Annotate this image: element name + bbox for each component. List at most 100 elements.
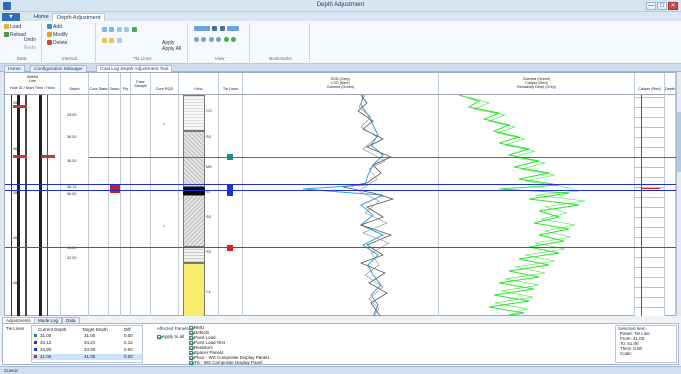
depth-label: 36.12 (67, 185, 77, 189)
line-tool-icon[interactable] (109, 27, 115, 33)
arrow-icon[interactable] (116, 38, 122, 44)
litho-label: SS (206, 215, 212, 219)
modify-interval-button[interactable]: Modify (47, 32, 68, 38)
tie-line-blue[interactable] (5, 190, 677, 191)
load-button[interactable]: Load (4, 24, 21, 30)
zoom-out-icon[interactable] (201, 37, 207, 43)
grid-icon[interactable] (219, 26, 225, 32)
table-row[interactable]: 34.12 34.24 0.12 (32, 340, 142, 346)
depth-tick: 45 (13, 281, 18, 285)
selected-item-line: Code: (620, 351, 633, 356)
depth-label: 25.00 (67, 113, 77, 117)
track-ssd-lsd-gamma[interactable] (243, 95, 439, 317)
doc-tab-configuration-manager[interactable]: Configuration Manager (30, 65, 87, 72)
refresh-icon (4, 32, 9, 38)
tab-depth-adjustment[interactable]: Depth Adjustment (52, 13, 106, 21)
tab-home[interactable]: Home (30, 13, 53, 21)
add-interval-button[interactable]: Add (47, 24, 62, 30)
sync-icon[interactable] (230, 37, 236, 43)
zoom-fit-icon[interactable] (208, 37, 214, 43)
track-depth-right[interactable] (665, 95, 676, 317)
affected-panels-list: RMU Defects Point Load Point Load Test R… (189, 325, 309, 365)
tie-line-blue[interactable] (5, 184, 677, 185)
tie-line-icon (34, 355, 37, 358)
ribbon: Load Reload Undo Redo Data Add Modify De… (0, 21, 681, 64)
header-ssd-lsd-gamma: SSD (Grey) LSD (Blue) Gamma (Green) (243, 73, 439, 95)
depth-tick: 30 (13, 147, 18, 151)
depth-tick: 25 (13, 101, 18, 105)
tie-line-icon (34, 341, 37, 344)
track-caliper[interactable] (635, 95, 665, 317)
ssd-lsd-plot (302, 95, 395, 317)
line-tool-icon[interactable] (116, 27, 122, 33)
table-row[interactable]: 41.00 41.00 0.00 (32, 354, 142, 360)
tie-line-icon[interactable] (131, 27, 137, 33)
tie-lines-section-label: Tie Lines (6, 326, 25, 331)
track-tie-lines[interactable] (219, 95, 243, 317)
tie-lines-table: Current Depth Target Depth Diff 31.00 31… (31, 325, 143, 363)
track-ply[interactable] (121, 95, 131, 317)
maximize-button[interactable]: □ (657, 2, 667, 10)
ribbon-group-label: Tie Lines (133, 56, 152, 61)
track-sample[interactable] (131, 95, 151, 317)
header-core-state: Core State (89, 73, 109, 95)
redo-button[interactable]: Redo (24, 45, 36, 51)
tie-line-teal[interactable] (89, 157, 677, 158)
refresh-view-icon[interactable] (223, 37, 229, 43)
apply-all-button[interactable]: Apply All (162, 46, 181, 52)
checkbox-icon (189, 360, 193, 365)
track-seam[interactable] (109, 95, 121, 317)
column-target-depth: Target Depth (82, 327, 108, 332)
line-tool-icon[interactable] (102, 27, 107, 33)
header-seam: Seam (109, 73, 121, 95)
vertical-scrollbar[interactable] (676, 72, 681, 316)
tie-line-tools (102, 27, 172, 35)
header-label: Hole ID / Start Time / Horiz (9, 86, 56, 90)
tie-line-red[interactable] (5, 247, 677, 248)
table-row[interactable]: 31.00 31.00 0.00 (32, 333, 142, 339)
zoom-icon[interactable] (216, 37, 222, 43)
tracks-icon[interactable] (227, 26, 240, 32)
adjustments-panel: Tie Lines Current Depth Target Depth Dif… (2, 323, 679, 365)
minimize-button[interactable]: — (646, 2, 656, 10)
depth-label: 30.00 (67, 135, 77, 139)
layout-icon[interactable] (194, 26, 210, 32)
header-tie-lines: Tie Lines (219, 73, 243, 95)
header-litho: Litho (179, 73, 219, 95)
track-core-state[interactable] (89, 95, 109, 317)
checkbox-icon (189, 325, 193, 330)
ribbon-tabs: ▼ Home Depth Adjustment (0, 12, 681, 21)
lock-icon[interactable] (109, 38, 115, 44)
doc-tab-home[interactable]: Home (4, 65, 25, 72)
reload-button[interactable]: Reload (4, 32, 26, 38)
scrollbar-thumb[interactable] (677, 112, 681, 172)
header-sample: Face Sample (131, 73, 151, 95)
lock-icon[interactable] (102, 38, 107, 44)
zoom-in-icon[interactable] (194, 37, 199, 43)
grid-icon[interactable] (212, 26, 218, 32)
ribbon-group-tie-lines: Apply Apply All Tie Lines (98, 23, 188, 62)
header-depth: Depth (61, 73, 89, 95)
tie-line-icon (34, 334, 37, 337)
delete-icon (47, 40, 52, 46)
delete-interval-button[interactable]: Delete (47, 40, 67, 46)
litho-label: SS (206, 250, 212, 254)
track-depth[interactable] (61, 95, 89, 317)
panel-checkbox-item[interactable]: TS - WS Composite Display Panel (189, 360, 309, 365)
line-tool-icon[interactable] (124, 27, 130, 33)
tie-point-marker[interactable] (227, 245, 233, 251)
file-menu-button[interactable]: ▼ (2, 13, 20, 21)
litho-label: CL (206, 290, 211, 294)
track-litho[interactable]: CO SS MS ST SS SS CL (179, 95, 219, 317)
doc-tab-depth-adjustment-tool[interactable]: Coal Log Depth Adjustment Tool (96, 65, 173, 72)
undo-button[interactable]: Undo (24, 37, 36, 43)
apply-to-all-checkbox[interactable]: Apply to all (157, 334, 184, 339)
track-gamma-caliper-res[interactable] (439, 95, 635, 317)
folder-icon (4, 24, 9, 30)
depth-label: 36.62 (67, 192, 77, 196)
ribbon-group-label: Interval (62, 56, 77, 61)
title-bar: Depth Adjustment — □ ✕ (0, 0, 681, 12)
table-row[interactable]: 34.90 34.90 0.00 (32, 347, 142, 353)
close-button[interactable]: ✕ (668, 2, 678, 10)
track-core-rqd[interactable]: ° ° (151, 95, 179, 317)
